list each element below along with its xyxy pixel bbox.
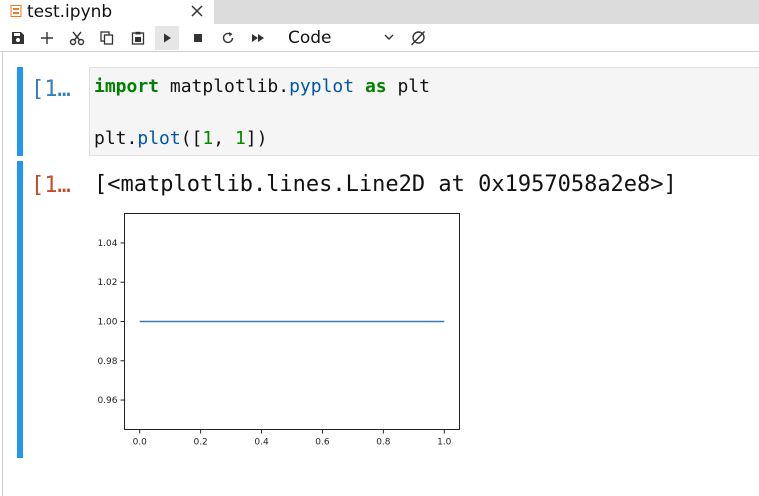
add-icon (41, 32, 53, 44)
alias-name: plt (386, 76, 430, 97)
restart-button[interactable] (216, 26, 240, 50)
interrupt-button[interactable] (186, 26, 210, 50)
stop-icon (194, 34, 202, 42)
number-literal: 1 (234, 128, 246, 149)
object-name: plt. (94, 128, 138, 149)
code-line: import matplotlib.pyplot as plt (94, 76, 430, 98)
y-tick-label: 1.04 (97, 239, 117, 249)
y-axis: 0.96 0.98 1.00 1.02 1.04 (97, 239, 125, 406)
chevron-down-icon (384, 34, 394, 40)
insert-cell-button[interactable] (35, 26, 59, 50)
notebook-file-icon (10, 5, 22, 17)
kernel-status-button[interactable] (406, 26, 430, 50)
restart-icon (222, 32, 234, 44)
save-icon (12, 32, 24, 44)
punctuation: ]) (245, 128, 268, 149)
code-line: plt.plot([1, 1]) (94, 128, 267, 150)
input-prompt: [1… (31, 77, 71, 102)
keyword: import (94, 76, 160, 97)
fast-forward-icon (252, 34, 264, 42)
x-tick-label: 1.0 (437, 438, 452, 448)
submodule-name: pyplot (289, 76, 355, 97)
copy-icon (100, 31, 114, 45)
x-tick-label: 0.0 (133, 438, 148, 448)
notebook-edge (2, 52, 3, 496)
punctuation: ([ (180, 128, 203, 149)
paste-button[interactable] (126, 26, 150, 50)
notebook-tab[interactable]: test.ipynb (0, 0, 214, 24)
restart-run-all-button[interactable] (246, 26, 270, 50)
x-tick-label: 0.8 (376, 438, 391, 448)
tab-title: test.ipynb (27, 2, 113, 22)
x-axis: 0.0 0.2 0.4 0.6 0.8 1.0 (133, 429, 452, 448)
kernel-status-icon (410, 31, 426, 46)
output-prompt: [1… (31, 173, 71, 198)
copy-button[interactable] (95, 26, 119, 50)
y-tick-label: 0.98 (97, 357, 117, 367)
plot-output: 0.96 0.98 1.00 1.02 1.04 0.0 0.2 0.4 0.6 0.8 1.0 (97, 213, 460, 448)
cut-button[interactable] (65, 26, 89, 50)
save-button[interactable] (6, 26, 30, 50)
tab-bar: test.ipynb (0, 0, 759, 24)
x-tick-label: 0.2 (193, 438, 207, 448)
cut-icon (69, 31, 85, 46)
keyword: as (354, 76, 387, 97)
function-name: plot (137, 128, 181, 149)
punctuation: , (213, 128, 235, 149)
x-tick-label: 0.6 (315, 438, 330, 448)
run-icon (164, 33, 171, 43)
cell-type-value: Code (288, 28, 332, 48)
cell-type-dropdown[interactable]: Code (281, 26, 399, 50)
code-editor[interactable]: import matplotlib.pyplot as plt plt.plot… (89, 67, 759, 156)
run-button[interactable] (155, 26, 179, 50)
output-text: [<matplotlib.lines.Line2D at 0x1957058a2… (94, 172, 677, 197)
paste-icon (131, 31, 145, 45)
y-tick-label: 1.00 (97, 318, 117, 328)
module-name: matplotlib. (159, 76, 290, 97)
x-tick-label: 0.4 (254, 438, 269, 448)
number-literal: 1 (202, 128, 214, 149)
notebook-toolbar: Code (0, 24, 759, 52)
y-tick-label: 0.96 (97, 396, 117, 406)
output-collapser[interactable] (17, 161, 23, 458)
y-tick-label: 1.02 (97, 278, 117, 288)
close-icon[interactable] (189, 3, 205, 19)
active-cell-collapser[interactable] (17, 67, 23, 156)
